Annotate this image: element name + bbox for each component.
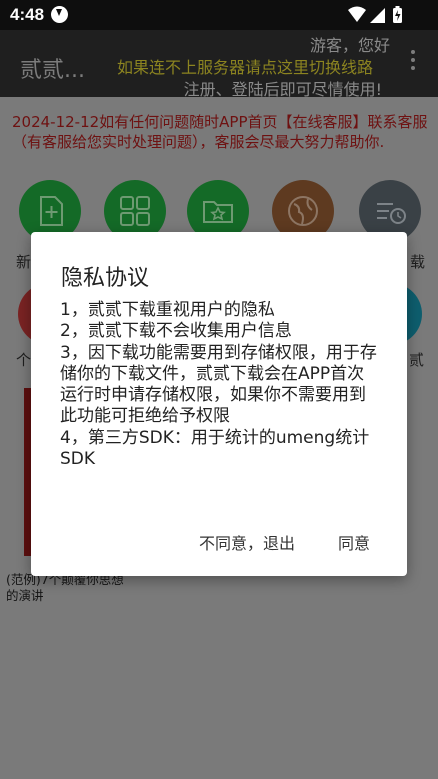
privacy-line: 2，贰贰下载不会收集用户信息 (60, 321, 292, 342)
privacy-dialog: 隐私协议 1，贰贰下载重视用户的隐私 2，贰贰下载不会收集用户信息 3，因下载功… (31, 232, 407, 576)
status-bar: 4:48 (0, 0, 438, 30)
system-icons (348, 6, 402, 23)
status-time: 4:48 (10, 5, 45, 24)
switch-server-line-link[interactable]: 如果连不上服务器请点这里切换线路 (117, 54, 373, 78)
overflow-menu-icon[interactable] (410, 50, 416, 74)
download-label: 载 (410, 253, 426, 271)
decline-exit-button[interactable]: 不同意，退出 (199, 530, 295, 554)
personal-label: 个 (16, 351, 32, 369)
agree-button[interactable]: 同意 (338, 530, 370, 554)
announcement-text: 2024-12-12如有任何问题随时APP首页【在线客服】联系客服（有客服给您实… (12, 113, 428, 151)
row2-right-label: 贰 (409, 351, 425, 369)
app-toolbar: 贰贰... 游客，您好 如果连不上服务器请点这里切换线路 注册、登陆后即可尽情使… (0, 30, 438, 99)
new-download-label: 新 (16, 253, 32, 271)
wifi-icon (348, 6, 366, 22)
privacy-line: 4，第三方SDK：用于统计的umeng统计SDK (60, 427, 370, 470)
signal-icon (370, 8, 385, 23)
app-title: 贰贰... (20, 58, 85, 83)
privacy-line: 1，贰贰下载重视用户的隐私 (60, 300, 275, 320)
download-status-icon (51, 6, 68, 23)
video-caption[interactable]: (范例)7个颠覆你思想的演讲 (6, 572, 136, 604)
dialog-title: 隐私协议 (61, 266, 150, 291)
user-greeting[interactable]: 游客，您好 (310, 32, 390, 56)
battery-icon (393, 6, 402, 23)
privacy-line: 3，因下载功能需要用到存储权限，用于存储你的下载文件，贰贰下载会在APP首次运行… (60, 342, 377, 427)
dialog-body: 1，贰贰下载重视用户的隐私 2，贰贰下载不会收集用户信息 3，因下载功能需要用到… (60, 300, 380, 470)
